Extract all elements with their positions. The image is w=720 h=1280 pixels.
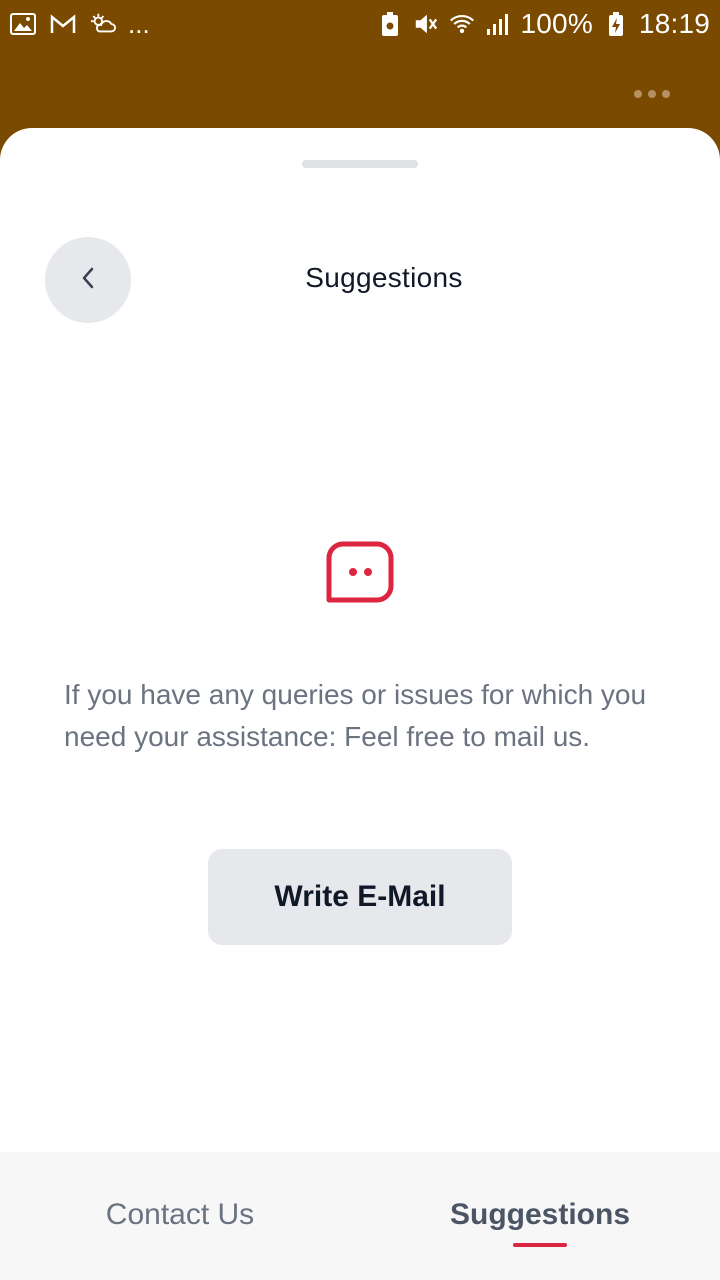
gmail-icon	[50, 11, 76, 37]
tab-contact-us[interactable]: Contact Us	[0, 1152, 360, 1280]
chat-bubble-icon	[325, 540, 395, 606]
signal-icon	[485, 11, 511, 37]
status-bar-right: 100% 18:19	[377, 8, 711, 40]
drag-handle[interactable]	[302, 160, 418, 168]
tab-suggestions[interactable]: Suggestions	[360, 1152, 720, 1280]
active-tab-indicator	[513, 1243, 567, 1247]
bottom-tab-bar: Contact Us Suggestions	[0, 1152, 720, 1280]
battery-saver-icon	[377, 11, 403, 37]
wifi-icon	[449, 11, 475, 37]
battery-percentage: 100%	[520, 8, 593, 39]
write-email-button[interactable]: Write E-Mail	[208, 849, 512, 945]
status-bar: ... 100% 18:19	[0, 0, 720, 48]
tab-label: Contact Us	[105, 1198, 255, 1231]
app-header	[0, 48, 720, 130]
gallery-icon	[10, 11, 36, 37]
battery-charging-icon	[603, 11, 629, 37]
tab-label: Suggestions	[449, 1198, 630, 1231]
info-message: If you have any queries or issues for wh…	[64, 679, 647, 752]
mute-icon	[413, 11, 439, 37]
status-bar-left: ...	[10, 11, 150, 37]
page-title: Suggestions	[305, 262, 463, 293]
more-horizontal-icon[interactable]	[634, 86, 670, 102]
weather-icon	[90, 11, 116, 37]
notifications-more: ...	[128, 9, 150, 39]
clock: 18:19	[638, 8, 710, 39]
bottom-sheet: Suggestions If you have any queries or i…	[0, 128, 720, 1280]
